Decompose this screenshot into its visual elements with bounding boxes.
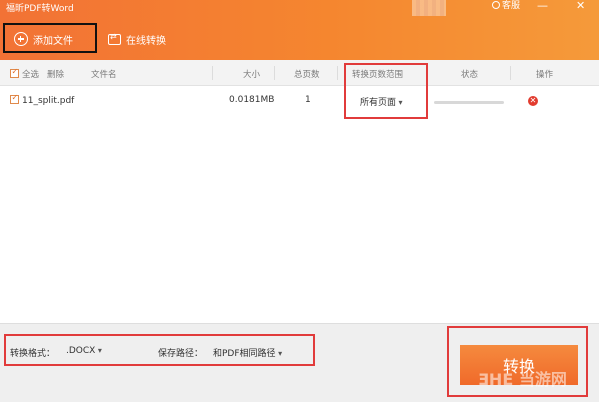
format-select[interactable]: .DOCX [66, 346, 102, 356]
close-button[interactable]: ✕ [576, 0, 585, 14]
remove-file-icon[interactable]: ✕ [528, 96, 538, 106]
row-size: 0.0181MB [229, 95, 275, 105]
delete-all-link[interactable]: 删除 [47, 68, 64, 80]
customer-service-label: 客服 [502, 1, 521, 11]
row-filename: 11_split.pdf [22, 96, 75, 106]
minimize-button[interactable]: — [537, 0, 548, 14]
table-row-filename[interactable]: 11_split.pdf [10, 93, 75, 106]
online-convert-button[interactable]: 在线转换 [108, 26, 166, 52]
convert-icon [108, 32, 121, 45]
headset-icon [492, 1, 500, 9]
header-status: 状态 [461, 70, 479, 80]
header-page-range: 转换页数范围 [352, 70, 404, 80]
select-all-label: 全选 [22, 70, 40, 80]
column-divider [426, 66, 427, 80]
select-all-checkbox[interactable]: 全选 [10, 67, 40, 80]
header-size: 大小 [243, 70, 261, 80]
page-range-select[interactable]: 所有页面 [360, 95, 403, 108]
add-file-highlight [3, 23, 97, 53]
row-pages: 1 [305, 95, 311, 105]
header-total-pages: 总页数 [294, 70, 320, 80]
format-label: 转换格式： [10, 349, 56, 359]
header-filename: 文件名 [91, 70, 117, 80]
conversion-progress-bar [434, 101, 504, 104]
column-divider [212, 66, 213, 80]
blurred-area [412, 0, 446, 16]
column-divider [337, 66, 338, 80]
checkbox-icon [10, 67, 19, 78]
row-checkbox-icon [10, 93, 19, 104]
window-title: 福昕PDF转Word [6, 4, 74, 14]
watermark-text: ƎHE 当游网 [478, 370, 567, 389]
save-path-label: 保存路径： [158, 349, 204, 359]
header-action: 操作 [536, 70, 554, 80]
column-divider [274, 66, 275, 80]
column-divider [510, 66, 511, 80]
customer-service-button[interactable]: 客服 [492, 0, 520, 12]
save-path-select[interactable]: 和PDF相同路径 [213, 346, 282, 359]
online-convert-label: 在线转换 [126, 35, 166, 47]
